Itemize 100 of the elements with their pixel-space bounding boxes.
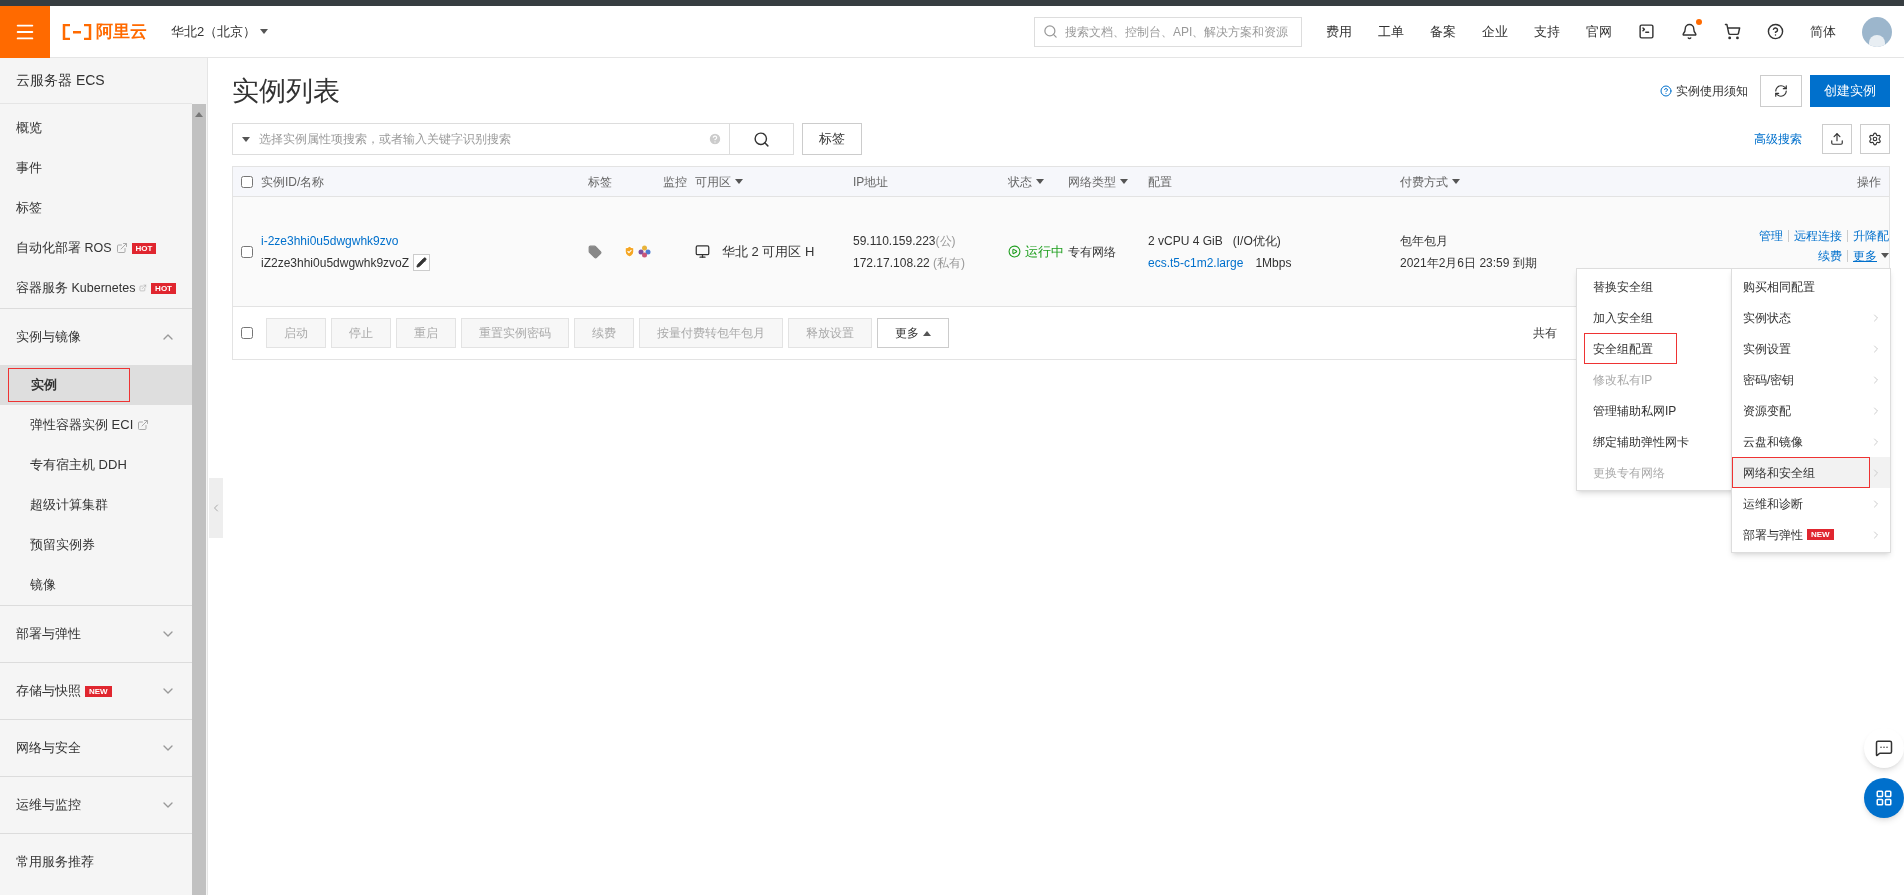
cart-icon[interactable] bbox=[1724, 23, 1741, 40]
sidebar-heading: 常用服务推荐 bbox=[16, 852, 94, 871]
nav-link[interactable]: 企业 bbox=[1482, 21, 1508, 42]
sidebar-group[interactable]: 网络与安全 bbox=[0, 720, 192, 776]
advanced-search-link[interactable]: 高级搜索 bbox=[1754, 130, 1802, 148]
flower-icon[interactable] bbox=[638, 245, 651, 258]
search-button[interactable] bbox=[730, 123, 794, 155]
menu-item-label: 密码/密钥 bbox=[1743, 371, 1795, 389]
checkbox[interactable] bbox=[241, 327, 253, 339]
menu-item[interactable]: 实例状态 bbox=[1732, 302, 1890, 333]
column-header: 标签 bbox=[588, 173, 612, 191]
brand-name: 阿里云 bbox=[96, 20, 147, 43]
sidebar-item[interactable]: 容器服务 Kubernetes HOT bbox=[0, 268, 192, 308]
instance-type-link[interactable]: ecs.t5-c1m2.large bbox=[1148, 253, 1244, 272]
caret-icon bbox=[1452, 179, 1460, 184]
nav-link[interactable]: 官网 bbox=[1586, 21, 1612, 42]
menu-item[interactable]: 网络和安全组 bbox=[1732, 457, 1890, 488]
menu-item[interactable]: 资源变配 bbox=[1732, 395, 1890, 426]
sidebar-item[interactable]: 专有宿主机 DDH bbox=[0, 445, 192, 485]
running-icon bbox=[1008, 245, 1021, 258]
column-header[interactable]: 状态 bbox=[1008, 172, 1044, 191]
monitor-icon[interactable] bbox=[695, 244, 710, 259]
more-link[interactable]: 更多 bbox=[1853, 246, 1889, 265]
checkbox[interactable] bbox=[241, 245, 253, 258]
sidebar-group[interactable]: 实例与镜像 bbox=[0, 309, 192, 365]
bandwidth: 1Mbps bbox=[1255, 254, 1292, 272]
sidebar-item[interactable]: 实例 bbox=[0, 365, 192, 405]
column-header[interactable]: 付费方式 bbox=[1400, 172, 1460, 191]
menu-item[interactable]: 部署与弹性 NEW bbox=[1732, 519, 1890, 550]
export-button[interactable] bbox=[1822, 124, 1852, 154]
sidebar-item[interactable]: 事件 bbox=[0, 148, 192, 188]
create-button[interactable]: 创建实例 bbox=[1810, 75, 1890, 107]
help-icon[interactable] bbox=[1767, 23, 1784, 40]
menu-button[interactable] bbox=[0, 5, 50, 58]
menu-item-label: 实例设置 bbox=[1743, 340, 1791, 358]
edit-button[interactable] bbox=[413, 254, 431, 271]
action-link[interactable]: 管理 bbox=[1759, 226, 1783, 245]
submenu-item[interactable]: 加入安全组 bbox=[1577, 302, 1735, 333]
column-header: 配置 bbox=[1148, 173, 1172, 191]
column-header: 实例ID/名称 bbox=[261, 173, 325, 191]
submenu-item[interactable]: 绑定辅助弹性网卡 bbox=[1577, 426, 1735, 457]
scrollbar[interactable] bbox=[192, 104, 206, 895]
menu-item[interactable]: 云盘和镜像 bbox=[1732, 426, 1890, 457]
public-ip: 59.110.159.223(公) bbox=[853, 232, 957, 250]
column-header[interactable]: 可用区 bbox=[695, 172, 743, 191]
column-header[interactable]: 网络类型 bbox=[1068, 172, 1128, 191]
action-link[interactable]: 远程连接 bbox=[1794, 226, 1842, 245]
sidebar-item[interactable]: 自动化部署 ROS HOT bbox=[0, 228, 192, 268]
chat-button[interactable] bbox=[1864, 728, 1904, 768]
nav-link[interactable]: 费用 bbox=[1326, 21, 1352, 42]
sidebar-group[interactable]: 存储与快照 NEW bbox=[0, 663, 192, 719]
nav-link[interactable]: 支持 bbox=[1534, 21, 1560, 42]
sidebar-group-label: 部署与弹性 bbox=[16, 625, 81, 644]
sidebar-group[interactable]: 部署与弹性 bbox=[0, 606, 192, 662]
caret-icon bbox=[1881, 253, 1889, 258]
action-link[interactable]: 升降配 bbox=[1853, 226, 1889, 245]
notice-link[interactable]: 实例使用须知 bbox=[1660, 82, 1748, 100]
status-text: 运行中 bbox=[1025, 242, 1064, 261]
column-header: 监控 bbox=[663, 173, 687, 191]
collapse-handle[interactable] bbox=[209, 478, 223, 538]
region-selector[interactable]: 华北2（北京） bbox=[171, 21, 269, 42]
menu-item-label: 网络和安全组 bbox=[1743, 464, 1815, 482]
language-link[interactable]: 简体 bbox=[1810, 21, 1836, 42]
menu-item[interactable]: 运维和诊断 bbox=[1732, 488, 1890, 519]
search-field[interactable]: 搜索文档、控制台、API、解决方案和资源 bbox=[1034, 16, 1302, 47]
tag-filter-button[interactable]: 标签 bbox=[802, 123, 862, 155]
submenu-item[interactable]: 管理辅助私网IP bbox=[1577, 395, 1735, 426]
menu-item[interactable]: 密码/密钥 bbox=[1732, 364, 1890, 395]
sidebar-item[interactable]: 标签 bbox=[0, 188, 192, 228]
menu-item-label: 部署与弹性 bbox=[1743, 526, 1803, 544]
sidebar-item[interactable]: 超级计算集群 bbox=[0, 485, 192, 525]
instance-id-link[interactable]: i-2ze3hhi0u5dwgwhk9zvo bbox=[261, 231, 588, 250]
terminal-icon[interactable] bbox=[1638, 23, 1655, 40]
nav-link[interactable]: 工单 bbox=[1378, 21, 1404, 42]
submenu-item[interactable]: 替换安全组 bbox=[1577, 271, 1735, 302]
sidebar-group[interactable]: 运维与监控 bbox=[0, 777, 192, 833]
sidebar-item[interactable]: 弹性容器实例 ECI bbox=[0, 405, 192, 445]
apps-button[interactable] bbox=[1864, 778, 1904, 818]
settings-button[interactable] bbox=[1860, 124, 1890, 154]
batch-action-button[interactable]: 更多 bbox=[877, 318, 949, 348]
checkbox[interactable] bbox=[241, 175, 253, 188]
sidebar-item[interactable]: 镜像 bbox=[0, 565, 192, 605]
sidebar-item-label: 概览 bbox=[16, 119, 42, 137]
column-header: 操作 bbox=[1857, 173, 1881, 191]
nav-link[interactable]: 备案 bbox=[1430, 21, 1456, 42]
search-field[interactable]: 选择实例属性项搜索，或者输入关键字识别搜索 bbox=[232, 123, 730, 155]
action-link[interactable]: 续费 bbox=[1818, 246, 1842, 265]
tag-icon[interactable] bbox=[588, 244, 602, 259]
sidebar-item[interactable]: 概览 bbox=[0, 108, 192, 148]
network-type: 专有网络 bbox=[1068, 244, 1116, 259]
column-header: IP地址 bbox=[853, 173, 889, 191]
help-icon bbox=[1660, 85, 1672, 97]
menu-item[interactable]: 实例设置 bbox=[1732, 333, 1890, 364]
export-icon bbox=[1830, 132, 1844, 146]
refresh-button[interactable] bbox=[1760, 75, 1802, 107]
submenu-item[interactable]: 安全组配置 bbox=[1584, 333, 1677, 364]
notification-icon[interactable] bbox=[1681, 23, 1698, 40]
menu-item[interactable]: 购买相同配置 bbox=[1732, 271, 1890, 302]
menu-item-label: 运维和诊断 bbox=[1743, 495, 1803, 513]
sidebar-item[interactable]: 预留实例券 bbox=[0, 525, 192, 565]
